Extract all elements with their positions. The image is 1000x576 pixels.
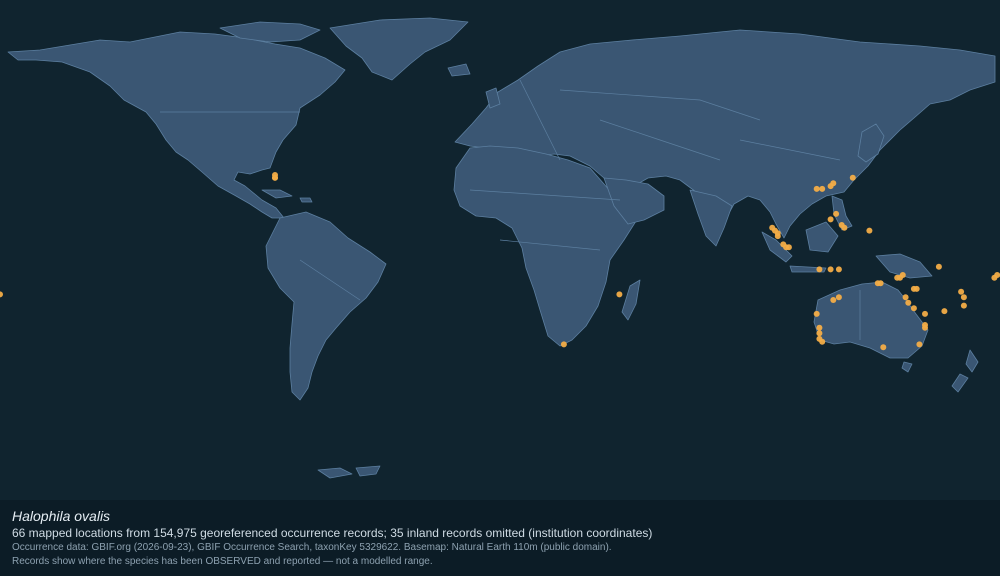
occurrence-point — [785, 244, 792, 251]
occurrence-point — [835, 266, 842, 273]
occurrence-point — [813, 185, 820, 192]
landmass-tasmania — [901, 361, 913, 373]
landmass-caribbean — [261, 189, 313, 203]
occurrence-point — [272, 174, 278, 181]
landmass-australia — [813, 281, 929, 359]
occurrence-point — [905, 299, 912, 306]
occurrence-point — [902, 294, 909, 301]
world-map — [0, 0, 1000, 500]
occurrence-point — [991, 274, 998, 281]
world-map-canvas — [0, 17, 1000, 479]
landmass-greenland — [329, 17, 469, 81]
occurrence-point — [960, 294, 967, 301]
occurrence-point — [913, 285, 920, 292]
occurrence-point — [816, 266, 823, 273]
landmass-north-america — [7, 31, 346, 219]
occurrence-point — [960, 302, 967, 309]
occurrence-point — [0, 291, 3, 298]
landmass-borneo — [805, 221, 839, 253]
occurrence-point — [560, 341, 567, 348]
species-name: Halophila ovalis — [12, 508, 111, 524]
occurrence-point — [849, 174, 856, 181]
data-source-credit: Occurrence data: GBIF.org (2026-09-23), … — [12, 542, 612, 553]
occurrence-point — [877, 280, 884, 287]
landmass-antarctic-islands — [317, 465, 381, 479]
map-caption: Halophila ovalis 66 mapped locations fro… — [0, 500, 1000, 576]
occurrence-point — [835, 294, 842, 301]
occurrence-point — [816, 330, 823, 337]
occurrence-point — [941, 308, 948, 315]
occurrence-point — [922, 324, 928, 331]
occurrence-point — [958, 288, 965, 295]
occurrence-point — [819, 338, 826, 345]
occurrence-point — [616, 291, 623, 298]
records-summary: 66 mapped locations from 154,975 georefe… — [12, 526, 653, 540]
occurrence-point — [827, 216, 834, 223]
disclaimer-note: Records show where the species has been … — [12, 556, 433, 567]
occurrence-point — [830, 297, 837, 303]
occurrence-point — [899, 272, 906, 278]
landmass-new-zealand — [951, 349, 979, 393]
occurrence-point — [916, 341, 923, 348]
occurrence-point — [819, 185, 826, 192]
occurrence-point — [935, 263, 942, 270]
occurrence-point — [813, 310, 820, 317]
occurrence-point — [833, 210, 840, 217]
occurrence-point — [774, 233, 781, 240]
occurrence-point — [830, 180, 837, 187]
occurrence-point — [880, 344, 887, 351]
landmass-south-america — [265, 211, 387, 401]
occurrence-point — [922, 310, 928, 317]
landmass-iceland — [447, 63, 471, 77]
occurrence-point — [816, 324, 823, 331]
basemap-land — [7, 17, 996, 479]
occurrence-point — [910, 305, 917, 312]
occurrence-point — [827, 266, 834, 273]
occurrence-point — [841, 224, 848, 231]
occurrence-point — [866, 227, 873, 234]
landmass-madagascar — [621, 279, 641, 321]
